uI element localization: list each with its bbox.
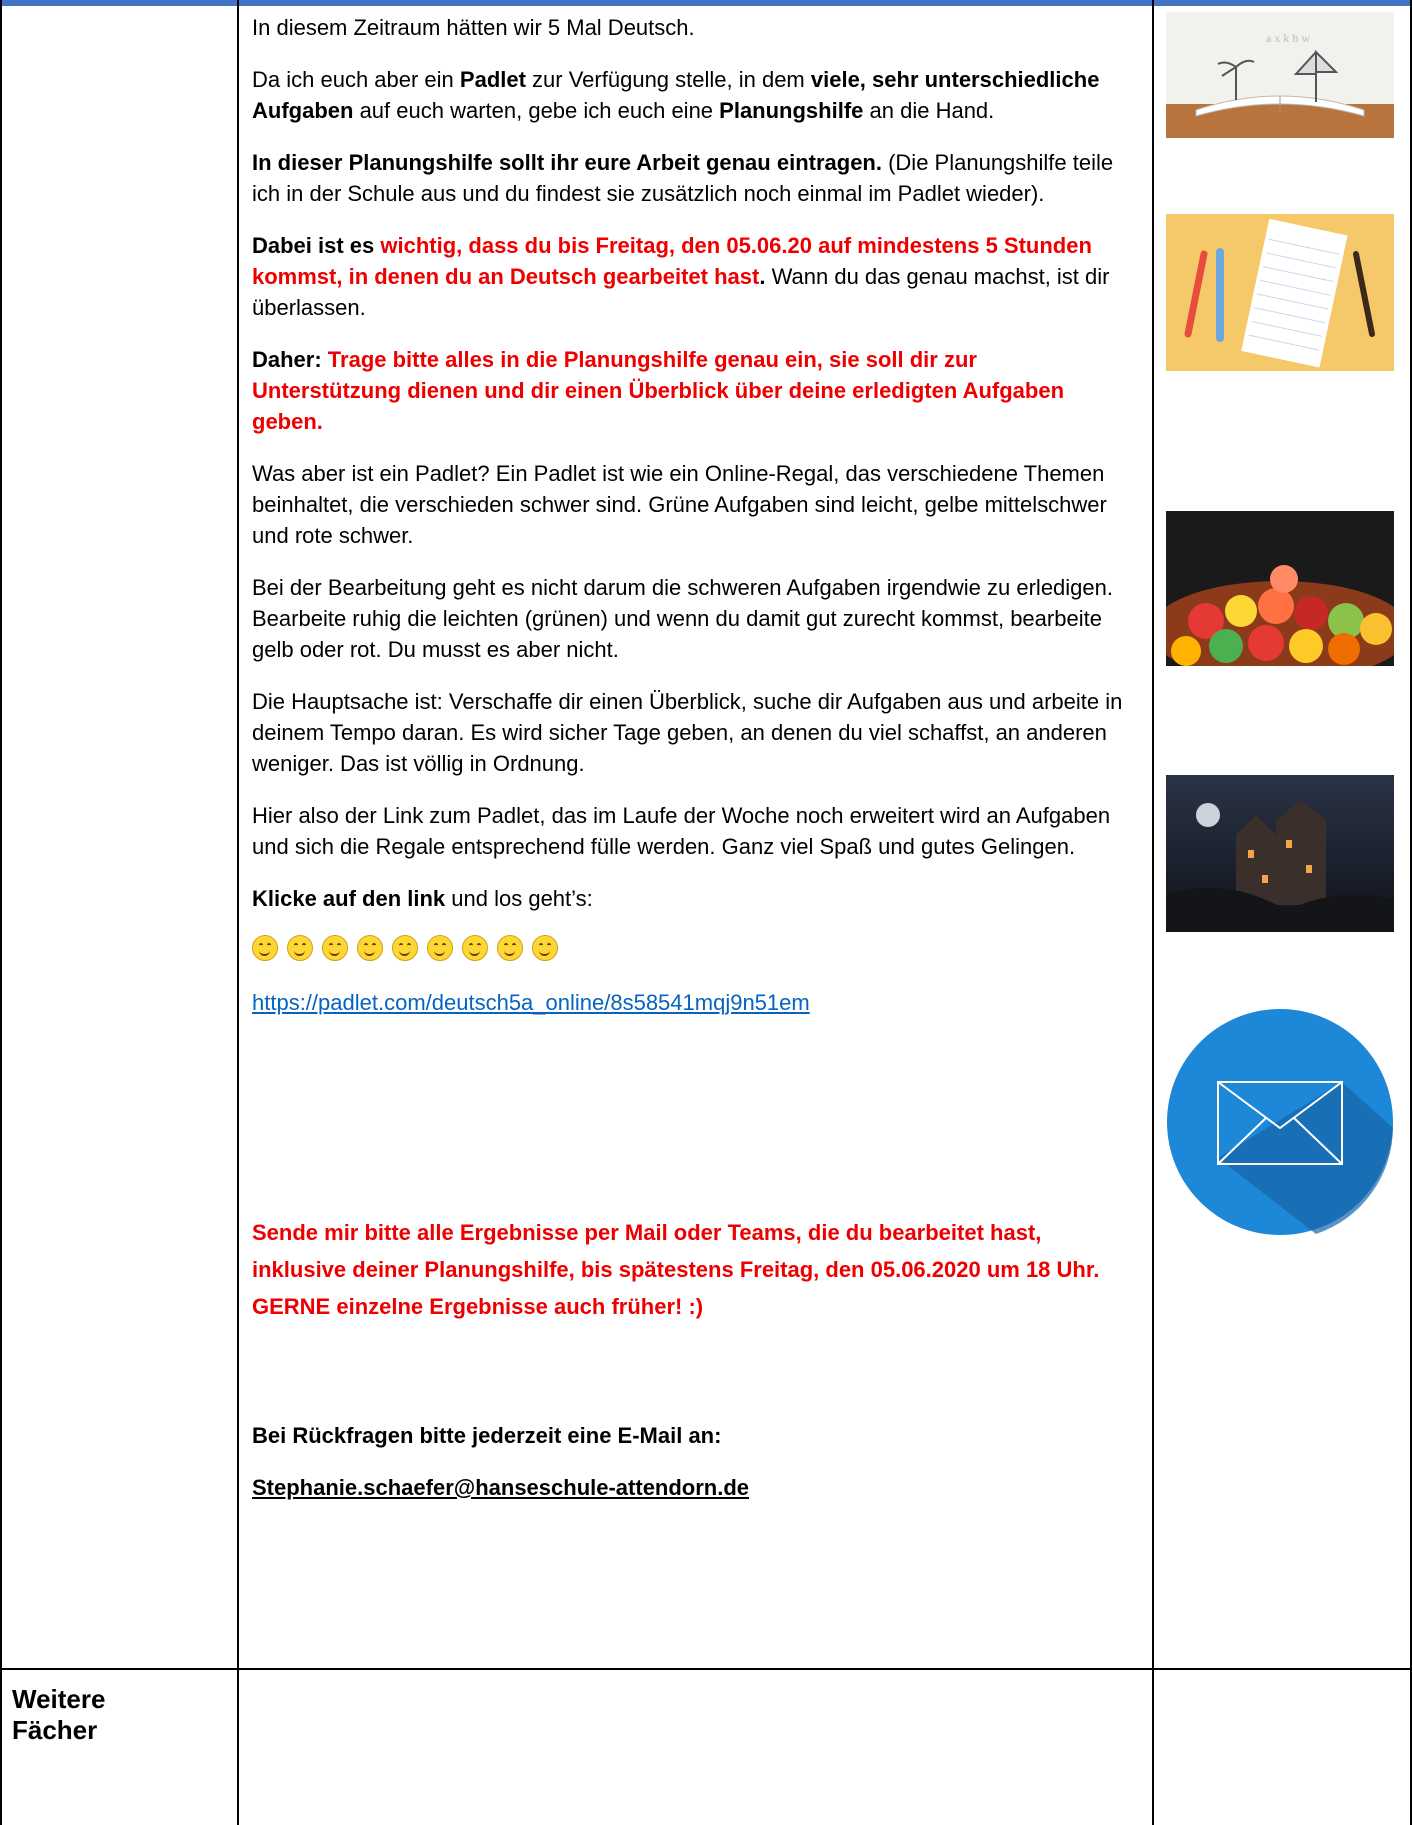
smiley-icon: [392, 935, 418, 961]
paragraph-link-intro: Hier also der Link zum Padlet, das im La…: [252, 803, 1111, 859]
paragraph-planungshilfe: In dieser Planungshilfe sollt ihr eure A…: [252, 150, 1114, 206]
deadline-note: Sende mir bitte alle Ergebnisse per Mail…: [252, 1220, 1100, 1319]
mail-icon: [1166, 1008, 1394, 1236]
smiley-icon: [427, 935, 453, 961]
smiley-icon: [322, 935, 348, 961]
haunted-castle-icon: [1166, 775, 1394, 932]
smiley-icon: [287, 935, 313, 961]
notebook-pencils-icon: [1166, 214, 1394, 371]
page-top-border: [0, 0, 1412, 6]
table-border-col1: [237, 0, 239, 1825]
table-row-divider: [0, 1668, 1412, 1670]
side-label-line1: Weitere: [12, 1684, 106, 1714]
paragraph-click-link: Klicke auf den link und los geht’s:: [252, 886, 593, 911]
paragraph-bearbeitung: Bei der Bearbeitung geht es nicht darum …: [252, 575, 1113, 662]
smiley-icon: [532, 935, 558, 961]
paragraph-padlet: Da ich euch aber ein Padlet zur Verfügun…: [252, 67, 1100, 123]
paragraph-what-is-padlet: Was aber ist ein Padlet? Ein Padlet ist …: [252, 461, 1107, 548]
paragraph-hauptsache: Die Hauptsache ist: Verschaffe dir einen…: [252, 689, 1123, 776]
table-border-col2: [1152, 0, 1154, 1825]
paragraph-requirement: Dabei ist es wichtig, dass du bis Freita…: [252, 233, 1110, 320]
smiley-icon: [357, 935, 383, 961]
smiley-icon: [252, 935, 278, 961]
main-content: In diesem Zeitraum hätten wir 5 Mal Deut…: [252, 12, 1132, 1500]
padlet-link[interactable]: https://padlet.com/deutsch5a_online/8s58…: [252, 990, 810, 1015]
smiley-icon: [462, 935, 488, 961]
contact-email[interactable]: Stephanie.schaefer@hanseschule-attendorn…: [252, 1472, 749, 1503]
padlet-link-paragraph: https://padlet.com/deutsch5a_online/8s58…: [252, 987, 1132, 1018]
svg-text:a x k h w: a x k h w: [1266, 31, 1310, 45]
gummy-bears-icon: [1166, 511, 1394, 666]
side-label-line2: Fächer: [12, 1715, 98, 1745]
weitere-faecher-label: Weitere Fächer: [12, 1684, 105, 1746]
table-border-left: [0, 0, 2, 1825]
contact-note: Bei Rückfragen bitte jederzeit eine E-Ma…: [252, 1423, 722, 1448]
paragraph-intro: In diesem Zeitraum hätten wir 5 Mal Deut…: [252, 15, 695, 40]
smiley-icon: [497, 935, 523, 961]
paragraph-daher: Daher: Trage bitte alles in die Planungs…: [252, 347, 1065, 434]
book-illustration-icon: a x k h w: [1166, 12, 1394, 138]
smiley-row: [252, 935, 1132, 965]
